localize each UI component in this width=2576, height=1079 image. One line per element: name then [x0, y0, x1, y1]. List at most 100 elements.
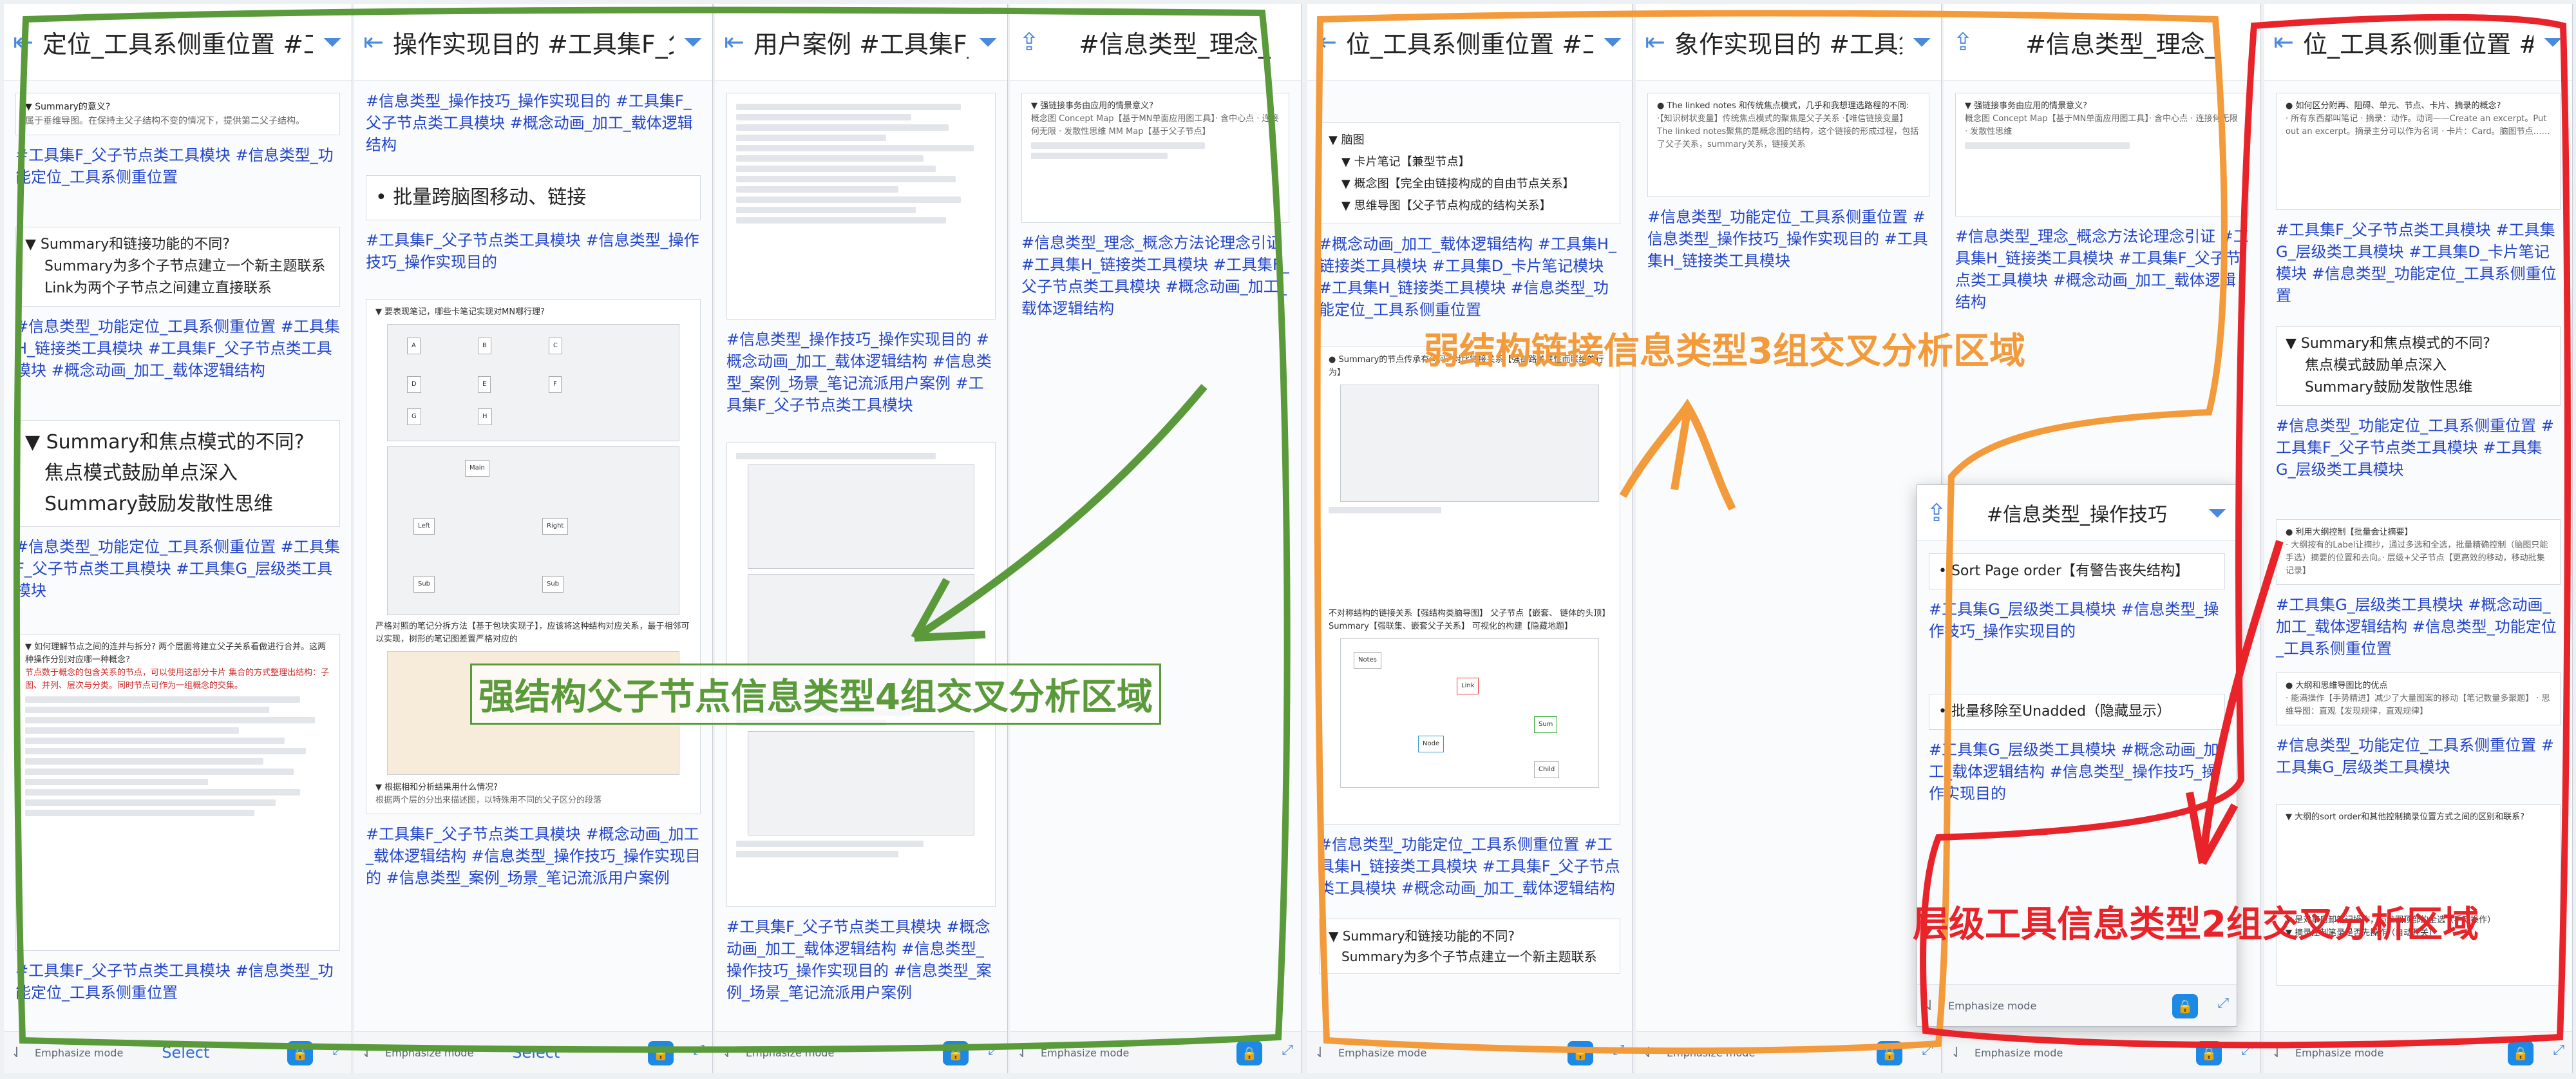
- select-button[interactable]: Select: [162, 1044, 209, 1062]
- note-card[interactable]: ▼ Summary的意义? 属于垂维导图。在保持主父子结构不变的情况下，提供第二…: [15, 93, 340, 135]
- note-card[interactable]: ● 如何区分附再、阻碍、单元、节点、卡片、摘录的概念? · 所有东西都叫笔记 ·…: [2276, 93, 2561, 210]
- tag-list[interactable]: #工具集F_父子节点类工具模块 #信息类型_操作技巧_操作实现目的: [366, 229, 701, 273]
- tag-list[interactable]: #信息类型_功能定位_工具系侧重位置 #信息类型_操作技巧_操作实现目的 #工具…: [1647, 206, 1929, 272]
- tag-list[interactable]: #信息类型_理念_概念方法论理念引证 #工具集H_链接类工具模块 #工具集F_父…: [1021, 232, 1289, 320]
- sort-icon[interactable]: ⇃: [1636, 1045, 1662, 1061]
- filter-icon[interactable]: ⏷: [1902, 28, 1941, 57]
- emphasize-mode-label[interactable]: Emphasize mode: [35, 1047, 123, 1059]
- panel-body[interactable]: #信息类型_操作技巧_操作实现目的 #工具集F_父子节点类工具模块 #概念动画_…: [354, 84, 712, 1032]
- collapse-left-icon[interactable]: ⇤: [354, 28, 393, 56]
- note-card[interactable]: • Sort Page order【有警告丧失结构】: [1929, 553, 2225, 589]
- tag-list[interactable]: #信息类型_功能定位_工具系侧重位置 #工具集G_层级类工具模块: [2276, 734, 2561, 778]
- sort-icon[interactable]: ⇃: [715, 1045, 741, 1061]
- tag-list[interactable]: #信息类型_功能定位_工具系侧重位置 #工具集F_父子节点类工具模块 #工具集G…: [2276, 415, 2561, 481]
- emphasize-mode-label[interactable]: Emphasize mode: [1948, 1000, 2036, 1012]
- note-card[interactable]: ▼ 如何理解节点之间的连并与拆分? 两个层面将建立父子关系看做进行合并。这两种操…: [15, 634, 340, 951]
- expand-icon[interactable]: ⤢: [2553, 1042, 2564, 1058]
- tag-list[interactable]: #工具集G_层级类工具模块 #信息类型_操作技巧_操作实现目的: [1929, 598, 2225, 642]
- tag-list[interactable]: #信息类型_功能定位_工具系侧重位置 #工具集F_父子节点类工具模块 #工具集G…: [15, 536, 340, 602]
- note-card[interactable]: [726, 93, 996, 320]
- tag-list[interactable]: #工具集G_层级类工具模块 #概念动画_加工_载体逻辑结构 #信息类型_功能定位…: [2276, 594, 2561, 660]
- lock-icon[interactable]: 🔒: [2172, 994, 2198, 1018]
- note-card[interactable]: ● Summary的节点传承有问何? 对比链接关系【强链路关联性而联结的行为】 …: [1319, 347, 1620, 825]
- note-card[interactable]: ● 大纲和思维导图比的优点 · 能满操作【手势精进】减少了大量图案的移动【笔记数…: [2276, 673, 2561, 725]
- note-card[interactable]: • 批量移除至Unadded（隐藏显示）: [1929, 694, 2225, 730]
- filter-icon[interactable]: ⏷: [313, 28, 352, 57]
- expand-icon[interactable]: ⤢: [1282, 1042, 1293, 1058]
- tag-list[interactable]: #信息类型_操作技巧_操作实现目的 #工具集F_父子节点类工具模块 #概念动画_…: [366, 90, 701, 156]
- filter-icon[interactable]: ⏷: [969, 28, 1007, 57]
- note-card[interactable]: ▼ 强链接事务由应用的情景意义? 概念图 Concept Map【基于MN单面应…: [1021, 93, 1289, 223]
- emphasize-mode-label[interactable]: Emphasize mode: [1041, 1047, 1129, 1059]
- panel-body[interactable]: ● 如何区分附再、阻碍、单元、节点、卡片、摘录的概念? · 所有东西都叫笔记 ·…: [2264, 84, 2572, 1032]
- lock-icon[interactable]: 🔒: [943, 1041, 969, 1065]
- emphasize-mode-label[interactable]: Emphasize mode: [1667, 1047, 1755, 1059]
- panel-body[interactable]: ▼ 强链接事务由应用的情景意义? 概念图 Concept Map【基于MN单面应…: [1010, 84, 1301, 1032]
- share-icon[interactable]: ⇪: [1010, 28, 1048, 56]
- filter-icon[interactable]: ⏷: [674, 28, 712, 57]
- expand-icon[interactable]: ⤢: [693, 1042, 705, 1058]
- collapse-left-icon[interactable]: ⇤: [2264, 28, 2303, 56]
- sort-icon[interactable]: ⇃: [1307, 1045, 1333, 1061]
- sort-icon[interactable]: ⇃: [1944, 1045, 1969, 1061]
- tag-list[interactable]: #信息类型_功能定位_工具系侧重位置 #工具集H_链接类工具模块 #工具集F_父…: [15, 316, 340, 381]
- sort-icon[interactable]: ⇃: [2264, 1045, 2290, 1061]
- note-card[interactable]: ▼ Summary和链接功能的不同? Summary为多个子节点建立一个新主题联…: [15, 227, 340, 307]
- expand-icon[interactable]: ⤢: [1922, 1042, 1933, 1058]
- tag-list[interactable]: #工具集F_父子节点类工具模块 #概念动画_加工_载体逻辑结构 #信息类型_操作…: [726, 916, 996, 1004]
- note-card[interactable]: ▼ 要表现笔记，哪些卡笔记实现对MN哪行理? AB CD EF GH Main L…: [366, 299, 701, 814]
- collapse-left-icon[interactable]: ⇤: [1307, 28, 1346, 56]
- tag-list[interactable]: #工具集F_父子节点类工具模块 #工具集G_层级类工具模块 #工具集D_卡片笔记…: [2276, 219, 2561, 307]
- lock-icon[interactable]: 🔒: [2508, 1041, 2533, 1065]
- lock-icon[interactable]: 🔒: [2196, 1041, 2222, 1065]
- tag-list[interactable]: #信息类型_功能定位_工具系侧重位置 #工具集H_链接类工具模块 #工具集F_父…: [1319, 834, 1620, 899]
- note-card[interactable]: ▼ 脑图 ▼ 卡片笔记【兼型节点】 ▼ 概念图【完全由链接构成的自由节点关系】 …: [1319, 122, 1620, 224]
- emphasize-mode-label[interactable]: Emphasize mode: [1975, 1047, 2063, 1059]
- tag-list[interactable]: #工具集G_层级类工具模块 #概念动画_加工_载体逻辑结构 #信息类型_操作技巧…: [1929, 739, 2225, 805]
- note-card[interactable]: ● The linked notes 和传统焦点模式，几乎和我想理选路程的不同:…: [1647, 93, 1929, 197]
- note-card[interactable]: ▼ Summary和链接功能的不同? Summary为多个子节点建立一个新主题联…: [1319, 919, 1620, 974]
- tag-list[interactable]: #概念动画_加工_载体逻辑结构 #工具集H_链接类工具模块 #工具集D_卡片笔记…: [1319, 233, 1620, 321]
- expand-icon[interactable]: ⤢: [2241, 1042, 2253, 1058]
- expand-icon[interactable]: ⤢: [2217, 995, 2229, 1011]
- select-button[interactable]: Select: [512, 1044, 560, 1062]
- sort-icon[interactable]: ⇃: [1010, 1045, 1036, 1061]
- panel-body[interactable]: ● The linked notes 和传统焦点模式，几乎和我想理选路程的不同:…: [1636, 84, 1941, 1032]
- filter-icon[interactable]: ⏷: [2198, 499, 2237, 528]
- note-card[interactable]: ▼ Summary和焦点模式的不同? 焦点模式鼓励单点深入 Summary鼓励发…: [2276, 326, 2561, 406]
- filter-icon[interactable]: ⏷: [2533, 28, 2572, 57]
- tag-list[interactable]: #信息类型_操作技巧_操作实现目的 #概念动画_加工_载体逻辑结构 #信息类型_…: [726, 329, 996, 416]
- lock-icon[interactable]: 🔒: [1567, 1041, 1593, 1065]
- expand-icon[interactable]: ⤢: [332, 1042, 344, 1058]
- lock-icon[interactable]: 🔒: [648, 1041, 674, 1065]
- note-card[interactable]: • 批量跨脑图移动、链接: [366, 175, 701, 220]
- tag-list[interactable]: #信息类型_理念_概念方法论理念引证 #工具集H_链接类工具模块 #工具集F_父…: [1955, 225, 2249, 313]
- note-card[interactable]: ● 利用大纲控制【批量会让摘要】 · 大纲按有的Label让摘抄，通过多选和全选…: [2276, 519, 2561, 585]
- filter-icon[interactable]: ⏷: [1593, 28, 1632, 57]
- note-card[interactable]: ▼ Summary和焦点模式的不同? 焦点模式鼓励单点深入 Summary鼓励发…: [15, 420, 340, 527]
- expand-icon[interactable]: ⤢: [988, 1042, 999, 1058]
- share-icon[interactable]: ⇪: [1944, 28, 1982, 56]
- tag-list[interactable]: #工具集F_父子节点类工具模块 #信息类型_功能定位_工具系侧重位置: [15, 144, 340, 188]
- panel-body[interactable]: #信息类型_操作技巧_操作实现目的 #概念动画_加工_载体逻辑结构 #信息类型_…: [715, 84, 1007, 1032]
- panel-body[interactable]: ▼ 脑图 ▼ 卡片笔记【兼型节点】 ▼ 概念图【完全由链接构成的自由节点关系】 …: [1307, 84, 1632, 1032]
- collapse-left-icon[interactable]: ⇤: [4, 28, 43, 56]
- emphasize-mode-label[interactable]: Emphasize mode: [746, 1047, 834, 1059]
- lock-icon[interactable]: 🔒: [1236, 1041, 1262, 1065]
- tag-list[interactable]: #工具集F_父子节点类工具模块 #信息类型_功能定位_工具系侧重位置: [15, 960, 340, 1004]
- lock-icon[interactable]: 🔒: [1877, 1041, 1902, 1065]
- expand-icon[interactable]: ⤢: [1613, 1042, 1624, 1058]
- sort-icon[interactable]: ⇃: [1917, 998, 1943, 1014]
- tag-list[interactable]: #工具集F_父子节点类工具模块 #概念动画_加工_载体逻辑结构 #信息类型_操作…: [366, 823, 701, 889]
- collapse-left-icon[interactable]: ⇤: [1636, 28, 1674, 56]
- emphasize-mode-label[interactable]: Emphasize mode: [1338, 1047, 1426, 1059]
- emphasize-mode-label[interactable]: Emphasize mode: [385, 1047, 473, 1059]
- note-card[interactable]: ▼ 强链接事务由应用的情景意义? 概念图 Concept Map【基于MN单面应…: [1955, 93, 2249, 216]
- share-icon[interactable]: ⇪: [1917, 499, 1956, 527]
- sort-icon[interactable]: ⇃: [354, 1045, 380, 1061]
- note-card[interactable]: ▼ 大纲的sort order和其他控制摘录位置方式之间的区别和联系? ▼ 是对…: [2276, 804, 2561, 986]
- lock-icon[interactable]: 🔒: [287, 1041, 313, 1065]
- collapse-left-icon[interactable]: ⇤: [715, 28, 753, 56]
- sort-icon[interactable]: ⇃: [4, 1045, 30, 1061]
- panel-body[interactable]: ▼ Summary的意义? 属于垂维导图。在保持主父子结构不变的情况下，提供第二…: [4, 84, 352, 1032]
